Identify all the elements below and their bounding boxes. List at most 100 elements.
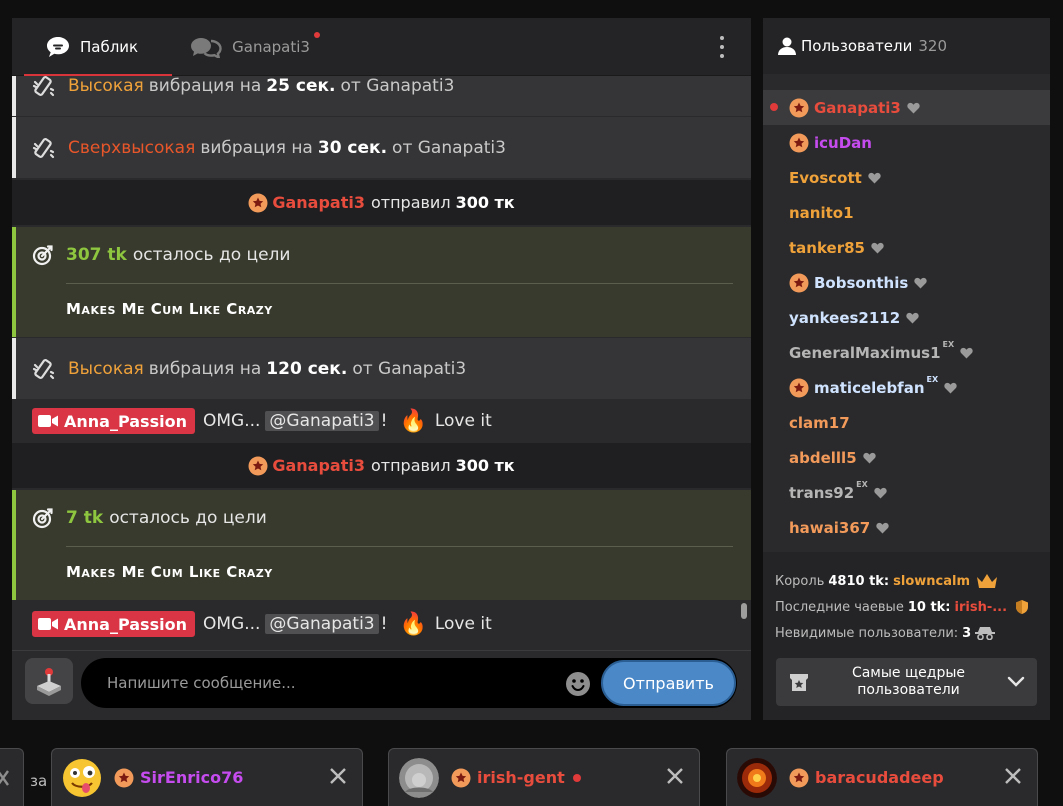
user-list-item[interactable]: nanito1 <box>763 195 1050 230</box>
users-panel: Пользователи 320 Ganapati3 icuDan Evoscott… <box>763 18 1050 720</box>
user-name: tanker85 <box>789 238 865 257</box>
bottom-tab-sirenrico76[interactable]: SirEnrico76 <box>51 748 363 806</box>
user-list-item[interactable]: GeneralMaximus1 EX <box>763 335 1050 370</box>
vibration-text: вибрация на <box>200 137 313 158</box>
user-name: nanito1 <box>789 203 854 222</box>
bottom-tab-name: irish-gent <box>477 768 565 787</box>
trophy-icon <box>790 674 808 691</box>
live-dot <box>572 773 581 782</box>
scrollbar-thumb[interactable] <box>741 603 747 619</box>
fire-avatar <box>737 757 777 798</box>
tab-public[interactable]: Паблик <box>12 18 173 76</box>
king-username[interactable]: slowncalm <box>893 574 970 589</box>
mention[interactable]: @Ganapati3 <box>265 411 379 431</box>
tab-private-ganapati3[interactable]: Ganapati3 <box>160 18 332 76</box>
ex-badge: EX <box>856 480 868 489</box>
send-button[interactable]: Отправить <box>601 660 736 706</box>
goal-remaining: 307 tk <box>66 245 127 265</box>
user-name: Evoscott <box>789 168 862 187</box>
user-badge[interactable]: Anna_Passion <box>32 611 195 637</box>
message-text-2: Love it <box>434 411 492 431</box>
king-amount: 4810 tk: <box>828 573 890 589</box>
users-list: Ganapati3 icuDan Evoscott nanito1 tanker85 Bo… <box>763 90 1050 545</box>
user-badge-name: Anna_Passion <box>64 411 187 431</box>
user-list-item[interactable]: yankees2112 <box>763 300 1050 335</box>
vibration-source: от Ganapati3 <box>392 137 506 158</box>
close-icon[interactable] <box>328 766 348 786</box>
heart-icon <box>960 347 973 358</box>
menu-dot-icon <box>720 54 724 58</box>
tip-username[interactable]: Ganapati3 <box>272 456 365 475</box>
user-list-item[interactable]: abdelll5 <box>763 440 1050 475</box>
user-list-item[interactable]: icuDan <box>763 125 1050 160</box>
last-tip-stat: Последние чаевые 10 tk: irish-... <box>775 594 1038 620</box>
bottom-tab-baracudadeep[interactable]: baracudadeep <box>726 748 1038 806</box>
users-header: Пользователи 320 <box>763 18 1050 74</box>
tip-message: Ganapati3 отправил 300 тк <box>12 180 751 225</box>
ex-badge: EX <box>942 340 955 349</box>
user-list-item[interactable]: clam17 <box>763 405 1050 440</box>
goal-title: Makes Me Cum Like Crazy <box>66 563 273 581</box>
message-text: OMG... <box>202 614 261 634</box>
message-text: OMG... <box>202 411 261 431</box>
games-button[interactable] <box>25 658 73 704</box>
close-icon[interactable] <box>0 769 10 787</box>
user-list-item[interactable]: Evoscott <box>763 160 1050 195</box>
user-list-item[interactable]: Bobsonthis <box>763 265 1050 300</box>
user-name: clam17 <box>789 413 850 432</box>
message-text-2: Love it <box>434 614 492 634</box>
invisible-label: Невидимые пользователи: <box>775 625 959 641</box>
vibration-level: Высокая <box>68 358 144 379</box>
chat-menu-button[interactable] <box>719 36 725 58</box>
token-coin-icon <box>114 768 134 787</box>
user-list-item[interactable]: hawai367 <box>763 510 1050 545</box>
token-coin-icon <box>789 768 809 787</box>
target-icon <box>32 245 53 266</box>
king-stat: Король 4810 tk: slowncalm <box>775 568 1038 594</box>
public-chat-icon <box>47 36 69 57</box>
top-tippers-label: Самые щедрые пользователи <box>851 665 966 698</box>
previous-tab-stub[interactable] <box>0 748 24 806</box>
joystick-icon <box>37 668 61 696</box>
heart-icon <box>874 487 887 498</box>
invisible-stat: Невидимые пользователи: 3 <box>775 620 1038 646</box>
crown-icon <box>977 574 998 588</box>
vibration-text: вибрация на <box>148 76 262 96</box>
close-icon[interactable] <box>1003 766 1023 786</box>
user-list-item[interactable]: tanker85 <box>763 230 1050 265</box>
heart-icon <box>944 382 957 393</box>
tip-amount: 300 тк <box>455 456 515 475</box>
user-name: GeneralMaximus1 <box>789 343 941 362</box>
chat-panel: Паблик Ganapati3 Высокая вибрация на 25 … <box>12 18 751 720</box>
user-name: trans92 <box>789 483 855 502</box>
bottom-tab-irish-gent[interactable]: irish-gent <box>388 748 700 806</box>
goal-message: 307 tk осталось до цели Makes Me Cum Lik… <box>12 227 751 337</box>
token-coin-icon <box>451 768 471 787</box>
user-name: hawai367 <box>789 518 871 537</box>
heart-icon <box>871 242 884 253</box>
user-list-item[interactable]: Ganapati3 <box>763 90 1050 125</box>
vibration-icon <box>32 358 55 379</box>
user-name: icuDan <box>814 133 872 152</box>
heart-icon <box>862 452 876 463</box>
fire-emoji: 🔥 <box>399 611 427 637</box>
last-tip-amount: 10 tk: <box>907 599 951 615</box>
mention[interactable]: @Ganapati3 <box>265 614 379 634</box>
vibration-duration: 30 сек. <box>317 137 388 158</box>
user-name: yankees2112 <box>789 308 901 327</box>
heart-icon <box>907 102 920 113</box>
tip-amount: 300 тк <box>455 193 515 212</box>
emoji-smiley-icon[interactable] <box>565 671 591 697</box>
top-tippers-dropdown[interactable]: Самые щедрые пользователи <box>776 658 1037 706</box>
close-icon[interactable] <box>665 766 685 786</box>
tab-private-label: Ganapati3 <box>232 37 310 56</box>
user-list-item[interactable]: trans92 EX <box>763 475 1050 510</box>
goal-text: осталось до цели <box>109 508 267 528</box>
user-list-item[interactable]: maticelebfan EX <box>763 370 1050 405</box>
last-tip-username[interactable]: irish-... <box>955 600 1008 615</box>
message-punct: ! <box>380 614 388 634</box>
tip-username[interactable]: Ganapati3 <box>272 193 365 212</box>
token-coin-icon <box>248 456 268 475</box>
user-badge[interactable]: Anna_Passion <box>32 408 195 434</box>
vibration-message: Сверхвысокая вибрация на 30 сек. от Gana… <box>12 117 751 178</box>
